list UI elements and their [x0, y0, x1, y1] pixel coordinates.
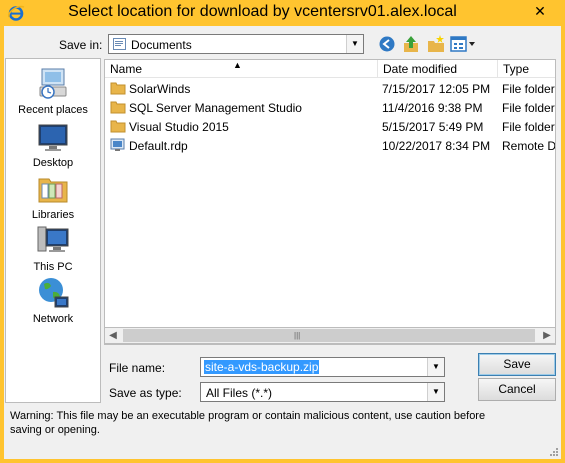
grip-icon: ||| — [294, 331, 301, 340]
places-bar: Recent places Desktop Libraries This PC … — [5, 58, 101, 403]
file-date: 5/15/2017 5:49 PM — [382, 120, 484, 134]
view-menu-icon[interactable] — [450, 34, 476, 54]
scrollbar-thumb[interactable]: ||| — [123, 329, 535, 342]
save-in-label: Save in: — [59, 38, 103, 52]
new-folder-icon[interactable] — [426, 34, 446, 54]
list-item[interactable]: Visual Studio 2015 5/15/2017 5:49 PM Fil… — [105, 118, 555, 137]
file-type: File folder — [502, 120, 555, 134]
security-warning-text: Warning: This file may be an executable … — [10, 410, 486, 436]
column-header-type[interactable]: Type — [498, 60, 555, 78]
column-header-name[interactable]: Name ▲ — [105, 60, 378, 78]
column-header-date[interactable]: Date modified — [378, 60, 498, 78]
desktop-icon — [38, 124, 68, 151]
column-header-label: Name — [110, 62, 143, 76]
folder-icon — [110, 101, 126, 114]
column-header-label: Type — [503, 62, 530, 76]
file-name: SQL Server Management Studio — [129, 101, 302, 115]
close-icon: ✕ — [534, 3, 546, 19]
sort-ascending-icon: ▲ — [233, 60, 242, 70]
place-label: This PC — [33, 261, 73, 273]
file-name: SolarWinds — [129, 82, 191, 96]
file-name: Visual Studio 2015 — [129, 120, 229, 134]
file-type: File folder — [502, 101, 555, 115]
list-item[interactable]: SolarWinds 7/15/2017 12:05 PM File folde… — [105, 80, 555, 99]
save-in-dropdown[interactable]: Documents ▼ — [108, 34, 364, 54]
save-in-value: Documents — [131, 38, 192, 52]
place-this-pc[interactable]: This PC — [6, 223, 100, 273]
scroll-left-icon[interactable]: ◀ — [105, 328, 121, 343]
file-date: 7/15/2017 12:05 PM — [382, 82, 491, 96]
back-arrow-icon[interactable] — [378, 34, 396, 54]
horizontal-scrollbar[interactable]: ◀ ||| ▶ — [104, 327, 556, 344]
file-list[interactable]: Name ▲ Date modified Type SolarWinds 7/1… — [104, 59, 556, 345]
place-label: Desktop — [32, 157, 74, 169]
recent-places-icon — [39, 68, 67, 99]
file-name-label: File name: — [109, 361, 166, 375]
file-type: Remote D — [502, 139, 556, 153]
cancel-button[interactable]: Cancel — [478, 378, 556, 401]
place-recent-places[interactable]: Recent places — [6, 66, 100, 116]
file-date: 10/22/2017 8:34 PM — [382, 139, 491, 153]
folder-icon — [110, 120, 126, 133]
save-as-type-value: All Files (*.*) — [206, 386, 273, 400]
save-dialog-window: Select location for download by vcenters… — [0, 0, 565, 463]
folder-icon — [110, 82, 126, 95]
file-name-field[interactable]: site-a-vds-backup.zip ▼ — [200, 357, 445, 377]
chevron-down-icon[interactable]: ▼ — [427, 383, 444, 401]
place-label: Recent places — [18, 104, 88, 116]
file-type: File folder — [502, 82, 555, 96]
chevron-down-icon[interactable]: ▼ — [427, 358, 444, 376]
network-icon — [39, 278, 69, 308]
file-date: 11/4/2016 9:38 PM — [382, 101, 483, 115]
place-network[interactable]: Network — [6, 275, 100, 325]
place-desktop[interactable]: Desktop — [6, 119, 100, 169]
column-header-label: Date modified — [383, 62, 458, 76]
file-name: Default.rdp — [129, 139, 188, 153]
scroll-right-icon[interactable]: ▶ — [539, 328, 555, 343]
rdp-file-icon — [110, 138, 125, 151]
window-title: Select location for download by vcenters… — [68, 3, 457, 20]
save-as-type-label: Save as type: — [109, 386, 182, 400]
list-item[interactable]: Default.rdp 10/22/2017 8:34 PM Remote D — [105, 137, 555, 156]
documents-icon — [113, 38, 126, 50]
place-label: Libraries — [31, 209, 75, 221]
this-pc-icon — [37, 226, 69, 252]
up-folder-icon[interactable] — [402, 34, 420, 54]
libraries-icon — [38, 178, 68, 203]
save-button[interactable]: Save — [478, 353, 556, 376]
list-item[interactable]: SQL Server Management Studio 11/4/2016 9… — [105, 99, 555, 118]
save-as-type-dropdown[interactable]: All Files (*.*) ▼ — [200, 382, 445, 402]
place-label: Network — [32, 313, 74, 325]
title-bar[interactable]: Select location for download by vcenters… — [0, 0, 565, 26]
close-button[interactable]: ✕ — [521, 1, 559, 21]
resize-grip-icon[interactable] — [549, 447, 559, 457]
dialog-client-area: Save in: Documents ▼ Recent places Deskt… — [4, 26, 561, 459]
chevron-down-icon[interactable]: ▼ — [346, 35, 363, 53]
place-libraries[interactable]: Libraries — [6, 171, 100, 221]
file-name-value[interactable]: site-a-vds-backup.zip — [204, 360, 320, 374]
